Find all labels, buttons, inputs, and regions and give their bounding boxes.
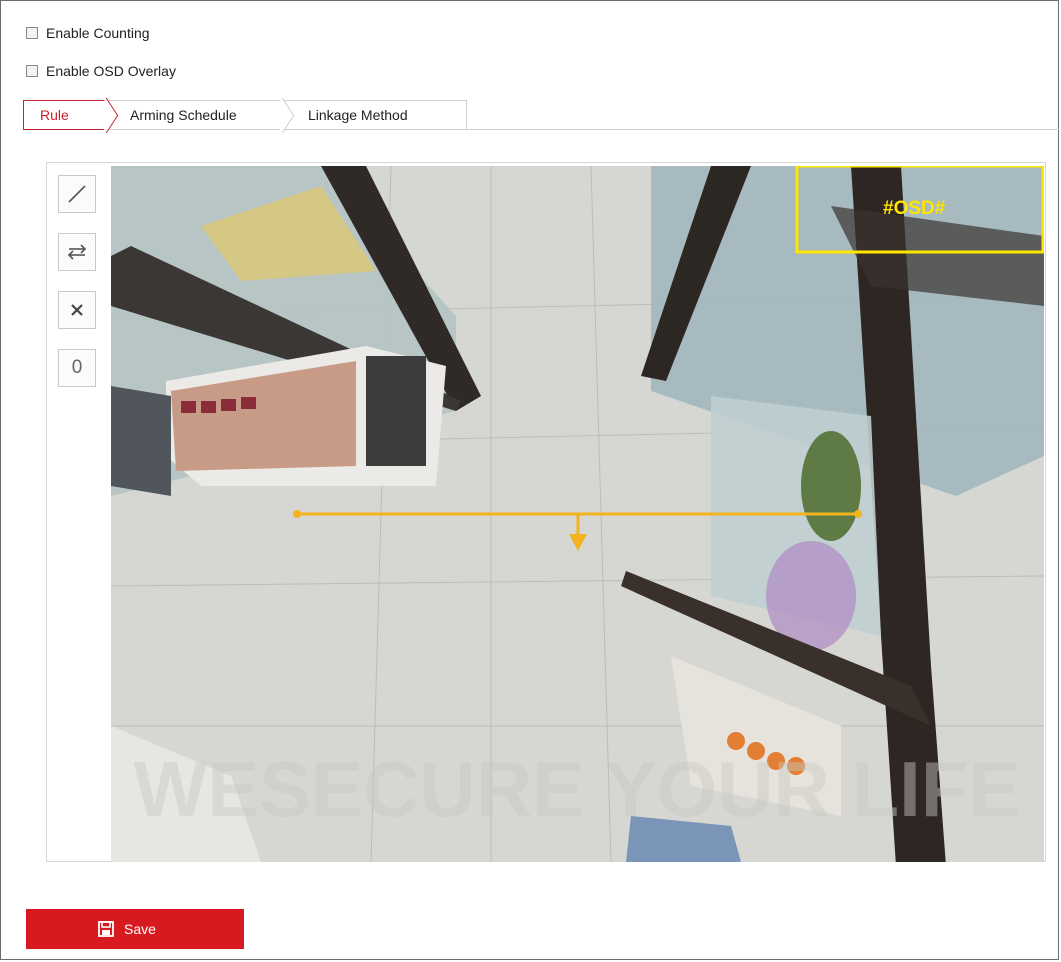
save-icon bbox=[98, 921, 114, 937]
enable-osd-label: Enable OSD Overlay bbox=[46, 63, 176, 79]
draw-line-button[interactable] bbox=[58, 175, 96, 213]
swap-arrows-icon bbox=[67, 244, 87, 260]
line-icon bbox=[68, 185, 86, 203]
count-display[interactable]: 0 bbox=[58, 349, 96, 387]
tab-linkage-method[interactable]: Linkage Method bbox=[284, 100, 467, 130]
enable-counting-label: Enable Counting bbox=[46, 25, 150, 41]
enable-counting-checkbox[interactable] bbox=[26, 27, 38, 39]
osd-text: #OSD# bbox=[883, 198, 946, 219]
enable-osd-checkbox[interactable] bbox=[26, 65, 38, 77]
save-button[interactable]: Save bbox=[26, 909, 244, 949]
save-label: Save bbox=[124, 921, 156, 937]
tab-linkage-method-label: Linkage Method bbox=[308, 107, 408, 123]
tab-rule-label: Rule bbox=[40, 107, 69, 123]
enable-osd-row[interactable]: Enable OSD Overlay bbox=[26, 63, 176, 79]
tab-rule[interactable]: Rule bbox=[23, 97, 119, 134]
drawing-toolbar: 0 bbox=[58, 175, 96, 407]
tab-arming-schedule[interactable]: Arming Schedule bbox=[108, 97, 295, 134]
tab-bar: Rule Arming Schedule Linkage Method bbox=[23, 97, 467, 134]
camera-scene: WESECURE YOUR LIFE #OSD# bbox=[111, 166, 1044, 862]
tab-underline bbox=[403, 129, 1059, 130]
watermark-text: WESECURE YOUR LIFE bbox=[134, 745, 1021, 833]
enable-counting-row[interactable]: Enable Counting bbox=[26, 25, 150, 41]
close-icon bbox=[71, 304, 83, 316]
tab-arming-schedule-label: Arming Schedule bbox=[130, 107, 237, 123]
video-preview[interactable]: WESECURE YOUR LIFE #OSD# bbox=[111, 166, 1044, 862]
clear-button[interactable] bbox=[58, 291, 96, 329]
swap-direction-button[interactable] bbox=[58, 233, 96, 271]
